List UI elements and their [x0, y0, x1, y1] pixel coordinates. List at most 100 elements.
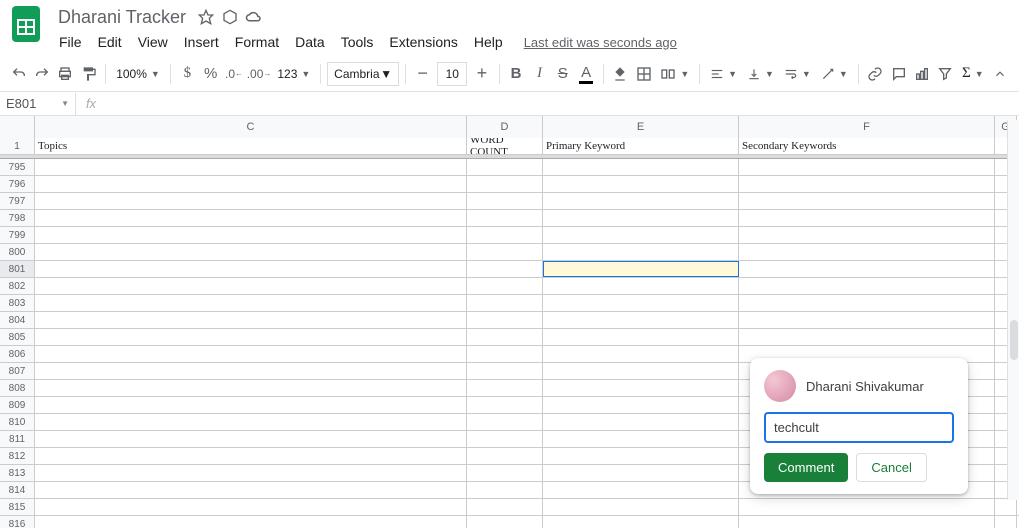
fill-color-button[interactable]: [610, 61, 631, 87]
decrease-decimal-button[interactable]: .0←: [223, 61, 244, 87]
row-header[interactable]: 796: [0, 176, 35, 192]
row-header[interactable]: 815: [0, 499, 35, 515]
comment-button[interactable]: [888, 61, 909, 87]
font-size-decrease[interactable]: −: [412, 61, 433, 87]
cell[interactable]: [543, 193, 739, 209]
chart-button[interactable]: [911, 61, 932, 87]
row-header[interactable]: 814: [0, 482, 35, 498]
redo-button[interactable]: [31, 61, 52, 87]
valign-dropdown[interactable]: ▼: [743, 62, 778, 86]
select-all-corner[interactable]: [0, 116, 35, 138]
paint-format-button[interactable]: [78, 61, 99, 87]
cell[interactable]: [543, 329, 739, 345]
cell[interactable]: [543, 482, 739, 498]
merge-dropdown[interactable]: ▼: [656, 62, 693, 86]
functions-dropdown[interactable]: Σ▼: [958, 62, 988, 86]
currency-button[interactable]: $: [177, 61, 198, 87]
menu-view[interactable]: View: [131, 30, 175, 54]
cell[interactable]: [467, 193, 543, 209]
cell[interactable]: [467, 295, 543, 311]
cell[interactable]: [543, 431, 739, 447]
cell[interactable]: [543, 278, 739, 294]
row-header[interactable]: 800: [0, 244, 35, 260]
cell[interactable]: [35, 329, 467, 345]
cell[interactable]: [467, 482, 543, 498]
cell-D1[interactable]: WORD COUNT: [467, 138, 543, 154]
rotate-dropdown[interactable]: ▼: [817, 62, 852, 86]
scroll-thumb[interactable]: [1010, 320, 1018, 360]
cell[interactable]: [739, 329, 995, 345]
cell[interactable]: [35, 380, 467, 396]
cell[interactable]: [467, 363, 543, 379]
cell[interactable]: [467, 499, 543, 515]
link-button[interactable]: [865, 61, 886, 87]
percent-button[interactable]: %: [200, 61, 221, 87]
cell[interactable]: [543, 465, 739, 481]
menu-insert[interactable]: Insert: [177, 30, 226, 54]
comment-submit-button[interactable]: Comment: [764, 453, 848, 482]
cell[interactable]: [35, 516, 467, 528]
cell[interactable]: [543, 397, 739, 413]
font-size-input[interactable]: 10: [437, 62, 467, 86]
cell[interactable]: [35, 176, 467, 192]
row-header[interactable]: 799: [0, 227, 35, 243]
menu-format[interactable]: Format: [228, 30, 286, 54]
cell[interactable]: [543, 244, 739, 260]
row-header[interactable]: 808: [0, 380, 35, 396]
cell[interactable]: [739, 516, 995, 528]
wrap-dropdown[interactable]: ▼: [780, 62, 815, 86]
cell[interactable]: [543, 346, 739, 362]
cell[interactable]: [467, 159, 543, 175]
cell[interactable]: [543, 261, 739, 277]
cell[interactable]: [35, 397, 467, 413]
cell[interactable]: [35, 295, 467, 311]
cell[interactable]: [739, 210, 995, 226]
cell[interactable]: [467, 261, 543, 277]
row-header[interactable]: 798: [0, 210, 35, 226]
cell[interactable]: [739, 499, 995, 515]
row-header[interactable]: 804: [0, 312, 35, 328]
cell[interactable]: [543, 159, 739, 175]
cell[interactable]: [739, 227, 995, 243]
cell[interactable]: [35, 227, 467, 243]
number-format-dropdown[interactable]: 123▼: [273, 62, 314, 86]
print-button[interactable]: [55, 61, 76, 87]
cell[interactable]: [35, 159, 467, 175]
row-header[interactable]: 803: [0, 295, 35, 311]
cell[interactable]: [35, 448, 467, 464]
last-edit-link[interactable]: Last edit was seconds ago: [524, 35, 677, 50]
cell[interactable]: [35, 312, 467, 328]
comment-cancel-button[interactable]: Cancel: [856, 453, 926, 482]
sheets-logo[interactable]: [8, 6, 44, 42]
cell[interactable]: [467, 465, 543, 481]
cell[interactable]: [35, 210, 467, 226]
cell[interactable]: [35, 363, 467, 379]
cell[interactable]: [739, 159, 995, 175]
star-icon[interactable]: [196, 7, 216, 27]
cell[interactable]: [739, 295, 995, 311]
cell[interactable]: [467, 227, 543, 243]
cell[interactable]: [467, 346, 543, 362]
cell[interactable]: [35, 431, 467, 447]
menu-tools[interactable]: Tools: [334, 30, 381, 54]
cell[interactable]: [543, 448, 739, 464]
cell[interactable]: [35, 482, 467, 498]
menu-help[interactable]: Help: [467, 30, 510, 54]
cell[interactable]: [467, 244, 543, 260]
cell[interactable]: [543, 499, 739, 515]
borders-button[interactable]: [633, 61, 654, 87]
row-header[interactable]: 810: [0, 414, 35, 430]
strikethrough-button[interactable]: S: [552, 61, 573, 87]
doc-title[interactable]: Dharani Tracker: [52, 6, 192, 29]
cell[interactable]: [467, 278, 543, 294]
cell[interactable]: [739, 278, 995, 294]
font-size-increase[interactable]: +: [471, 61, 492, 87]
cell[interactable]: [35, 465, 467, 481]
row-header[interactable]: 797: [0, 193, 35, 209]
halign-dropdown[interactable]: ▼: [706, 62, 741, 86]
font-dropdown[interactable]: Cambria▼: [327, 62, 399, 86]
cell[interactable]: [467, 448, 543, 464]
name-box[interactable]: E801▼: [0, 93, 76, 115]
cell[interactable]: [739, 312, 995, 328]
row-header[interactable]: 807: [0, 363, 35, 379]
